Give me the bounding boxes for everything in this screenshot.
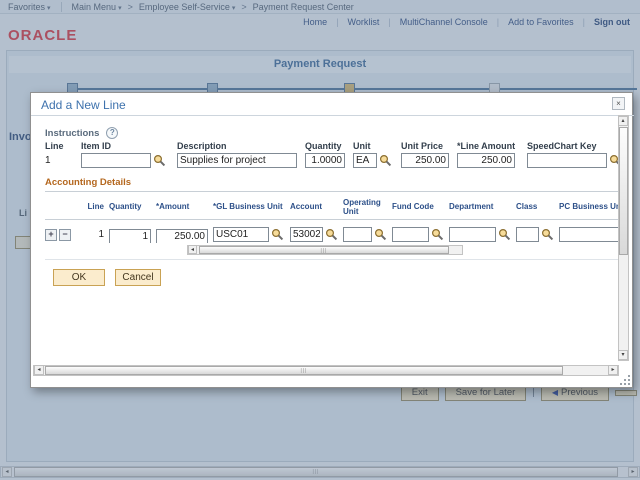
item-id-label: Item ID — [81, 141, 112, 151]
unit-label: Unit — [353, 141, 371, 151]
line-label: Line — [45, 141, 64, 151]
line-amount-label: *Line Amount — [457, 141, 516, 151]
field-unit: Unit — [353, 141, 393, 168]
row-gl-business-unit-input[interactable] — [213, 227, 269, 242]
resize-grip[interactable] — [620, 375, 630, 385]
account-lookup-icon[interactable] — [325, 228, 338, 241]
line-fields-row: Line 1 Item ID Description Quantity Unit — [45, 141, 623, 168]
title-divider — [31, 115, 634, 116]
field-line: Line 1 — [45, 141, 73, 168]
row-quantity-input[interactable] — [109, 228, 151, 243]
accounting-grid-row: + − 1 — [45, 226, 619, 243]
modal-buttons: OK Cancel — [53, 269, 161, 286]
row-department-input[interactable] — [449, 227, 496, 242]
class-lookup-icon[interactable] — [541, 228, 554, 241]
col-operating-unit: Operating Unit — [343, 197, 381, 216]
quantity-label: Quantity — [305, 141, 342, 151]
field-quantity: Quantity — [305, 141, 345, 168]
fund-code-lookup-icon[interactable] — [431, 228, 444, 241]
field-speedchart-key: SpeedChart Key — [527, 141, 623, 168]
col-pc-business-unit: PC Business Unit — [559, 202, 619, 211]
row-line-number: 1 — [98, 229, 104, 240]
speedchart-key-label: SpeedChart Key — [527, 141, 597, 151]
scroll-down-icon[interactable]: ▾ — [618, 350, 628, 360]
modal-hscrollbar: ◂ ||| ▸ — [33, 365, 619, 376]
screen: Favorites ▾ Main Menu ▾ > Employee Self-Se… — [0, 0, 640, 480]
scroll-up-icon[interactable]: ▴ — [618, 116, 628, 126]
row-pc-business-unit-input[interactable] — [559, 227, 619, 242]
ok-button[interactable]: OK — [53, 269, 105, 286]
close-icon[interactable]: × — [612, 97, 625, 110]
add-row-button[interactable]: + — [45, 228, 57, 241]
unit-price-input[interactable] — [401, 153, 449, 168]
col-amount: *Amount — [156, 202, 190, 211]
grid-bottom-divider — [45, 259, 619, 260]
item-id-input[interactable] — [81, 153, 151, 168]
modal-vscrollbar: ▴ ▾ — [618, 115, 629, 361]
col-department: Department — [449, 202, 494, 211]
grid-hscroll-thumb[interactable]: ||| — [199, 246, 449, 254]
col-class: Class — [516, 202, 538, 211]
add-line-modal: Add a New Line × Instructions ? Line 1 I… — [30, 92, 634, 388]
field-description: Description — [177, 141, 297, 168]
accounting-details-title: Accounting Details — [45, 177, 619, 192]
department-lookup-icon[interactable] — [498, 228, 511, 241]
description-input[interactable] — [177, 153, 297, 168]
unit-lookup-icon[interactable] — [379, 154, 392, 167]
grid-hscrollbar: ◂ ||| — [187, 245, 463, 255]
speedchart-key-input[interactable] — [527, 153, 607, 168]
accounting-grid-header: Line Quantity *Amount *GL Business Unit … — [45, 194, 619, 220]
field-unit-price: Unit Price — [401, 141, 449, 168]
gl-business-unit-lookup-icon[interactable] — [271, 228, 284, 241]
modal-hscroll-thumb[interactable]: ||| — [45, 366, 563, 375]
scroll-right-icon[interactable]: ▸ — [608, 365, 618, 375]
modal-title: Add a New Line — [41, 98, 126, 112]
row-buttons: + − — [45, 228, 71, 241]
col-account: Account — [290, 202, 322, 211]
remove-row-button[interactable]: − — [59, 228, 71, 241]
row-amount-input[interactable] — [156, 228, 208, 243]
unit-price-label: Unit Price — [401, 141, 444, 151]
col-line: Line — [87, 202, 104, 211]
row-account-input[interactable] — [290, 227, 323, 242]
field-item-id: Item ID — [81, 141, 169, 168]
cancel-button[interactable]: Cancel — [115, 269, 161, 286]
scroll-left-icon[interactable]: ◂ — [34, 365, 44, 375]
col-gl-business-unit: *GL Business Unit — [213, 202, 283, 211]
modal-vscroll-thumb[interactable] — [619, 127, 628, 255]
unit-input[interactable] — [353, 153, 377, 168]
thumb-grip: ||| — [300, 368, 308, 374]
field-line-amount: *Line Amount — [457, 141, 519, 168]
help-icon[interactable]: ? — [106, 127, 119, 139]
operating-unit-lookup-icon[interactable] — [374, 228, 387, 241]
line-amount-input[interactable] — [457, 153, 515, 168]
scroll-left-icon[interactable]: ◂ — [188, 245, 197, 254]
row-fund-code-input[interactable] — [392, 227, 429, 242]
thumb-grip: ||| — [320, 248, 328, 254]
row-class-input[interactable] — [516, 227, 539, 242]
item-id-lookup-icon[interactable] — [153, 154, 166, 167]
col-quantity: Quantity — [109, 202, 142, 211]
description-label: Description — [177, 141, 227, 151]
col-fund-code: Fund Code — [392, 202, 434, 211]
quantity-input[interactable] — [305, 153, 345, 168]
row-operating-unit-input[interactable] — [343, 227, 372, 242]
instructions-label: Instructions — [45, 127, 100, 139]
instructions-row: Instructions ? — [45, 127, 119, 139]
line-number: 1 — [45, 155, 51, 166]
